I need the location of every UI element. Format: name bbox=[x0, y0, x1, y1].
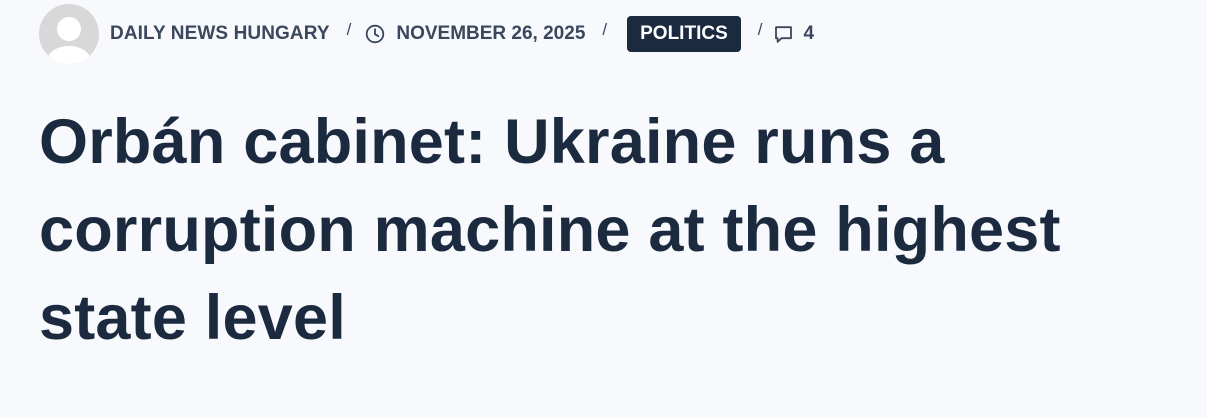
meta-separator: / bbox=[602, 20, 608, 39]
article-title: Orbán cabinet: Ukraine runs a corruption… bbox=[39, 107, 1061, 353]
avatar-shoulders-shape bbox=[47, 46, 91, 64]
author-link[interactable]: DAILY NEWS HUNGARY bbox=[110, 23, 330, 45]
meta-separator: / bbox=[346, 20, 352, 39]
meta-separator: / bbox=[757, 20, 763, 39]
comments-link[interactable]: 4 bbox=[773, 23, 814, 45]
avatar-head-shape bbox=[57, 17, 81, 41]
category-badge[interactable]: POLITICS bbox=[627, 16, 741, 52]
comment-icon bbox=[773, 24, 794, 45]
clock-icon bbox=[365, 24, 385, 44]
article-meta-bar: DAILY NEWS HUNGARY / NOVEMBER 26, 2025 /… bbox=[39, 4, 814, 64]
publish-date: NOVEMBER 26, 2025 bbox=[396, 23, 586, 44]
comment-count: 4 bbox=[803, 23, 815, 44]
author-avatar[interactable] bbox=[39, 4, 99, 64]
